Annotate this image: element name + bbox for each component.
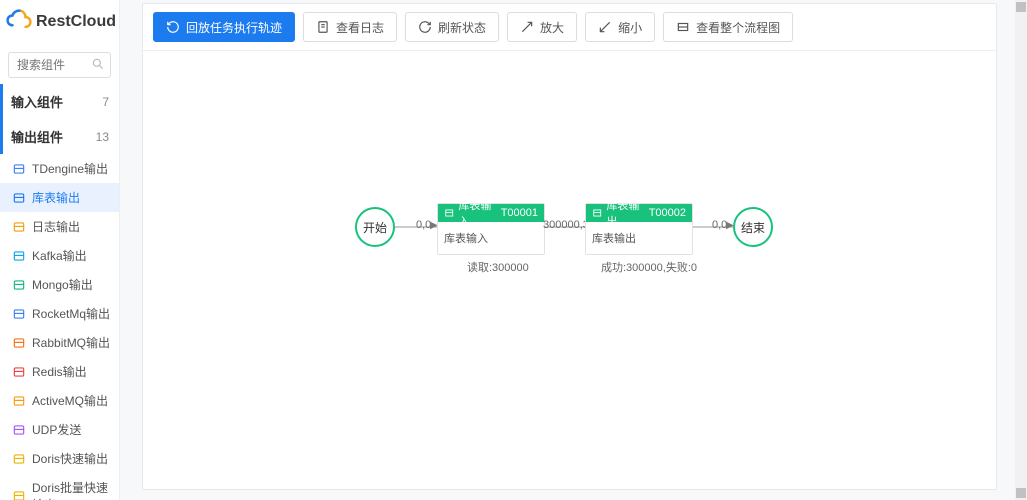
component-tree: 输入组件 7 输出组件 13 TDengine输出库表输出日志输出 Kafka输出 Mong… (0, 84, 119, 500)
group-count: 13 (96, 130, 109, 144)
flow-panel: 回放任务执行轨迹 查看日志 刷新状态 放大 缩小 (142, 3, 997, 490)
component-item[interactable]: TDengine输出 (0, 154, 119, 183)
flow-edges (143, 51, 996, 489)
replay-icon (166, 20, 180, 34)
component-item[interactable]: 库表输出 (0, 183, 119, 212)
component-item-label: RocketMq输出 (32, 305, 110, 322)
component-item[interactable]: Doris批量快速输出 (0, 473, 119, 500)
zoom-in-icon (520, 20, 534, 34)
refresh-button[interactable]: 刷新状态 (405, 12, 499, 42)
node-tag: T00002 (649, 207, 686, 219)
component-item-label: 日志输出 (32, 218, 80, 235)
bolt-icon (12, 489, 26, 500)
db-icon (12, 162, 26, 176)
refresh-icon (418, 20, 432, 34)
zoom-out-button[interactable]: 缩小 (585, 12, 655, 42)
component-item-label: TDengine输出 (32, 160, 108, 177)
main-scrollbar[interactable] (1015, 0, 1027, 500)
component-item-label: UDP发送 (32, 421, 81, 438)
net-icon (12, 423, 26, 437)
flow-canvas[interactable]: 开始 0,0 ▶ 库表输入 T00001 库表输入 读取:300000 300 (143, 50, 996, 489)
bolt-icon (12, 452, 26, 466)
node-header: 库表输出 T00002 (586, 204, 692, 222)
view-log-button[interactable]: 查看日志 (303, 12, 397, 42)
zoom-out-icon (598, 20, 612, 34)
scroll-arrow-up-icon[interactable] (1016, 2, 1026, 12)
toolbar: 回放任务执行轨迹 查看日志 刷新状态 放大 缩小 (143, 4, 996, 50)
doc-icon (12, 220, 26, 234)
end-node[interactable]: 结束 (733, 207, 773, 247)
component-item-label: ActiveMQ输出 (32, 392, 108, 409)
start-node[interactable]: 开始 (355, 207, 395, 247)
table-output-icon (592, 207, 602, 219)
main-area: 回放任务执行轨迹 查看日志 刷新状态 放大 缩小 (120, 0, 1015, 500)
component-item[interactable]: ActiveMQ输出 (0, 386, 119, 415)
table-input-icon (444, 207, 454, 219)
db-icon (12, 191, 26, 205)
fullscreen-icon (676, 20, 690, 34)
component-item[interactable]: 日志输出 (0, 212, 119, 241)
component-item[interactable]: RocketMq输出 (0, 299, 119, 328)
component-item-label: RabbitMQ输出 (32, 334, 110, 351)
group-count: 7 (102, 95, 109, 109)
cache-icon (12, 365, 26, 379)
component-item[interactable]: Redis输出 (0, 357, 119, 386)
node-tag: T00001 (501, 207, 538, 219)
component-item-label: 库表输出 (32, 189, 80, 206)
view-full-flow-button[interactable]: 查看整个流程图 (663, 12, 793, 42)
brand-name: RestCloud (36, 13, 116, 31)
component-item-label: Doris批量快速输出 (32, 479, 111, 500)
log-icon (316, 20, 330, 34)
node-caption-output: 成功:300000,失败:0 (601, 259, 697, 275)
leaf-icon (12, 278, 26, 292)
component-group[interactable]: 输出组件 13 (0, 119, 119, 154)
component-item[interactable]: Kafka输出 (0, 241, 119, 270)
component-item-label: Kafka输出 (32, 247, 87, 264)
component-item[interactable]: Doris快速输出 (0, 444, 119, 473)
node-caption-input: 读取:300000 (467, 259, 529, 275)
component-item[interactable]: Mongo输出 (0, 270, 119, 299)
rocket-icon (12, 307, 26, 321)
component-item[interactable]: UDP发送 (0, 415, 119, 444)
flow-node-input[interactable]: 库表输入 T00001 库表输入 (437, 203, 545, 255)
scroll-arrow-down-icon[interactable] (1016, 488, 1026, 498)
search-icon (91, 57, 105, 71)
msg-icon (12, 336, 26, 350)
component-item-label: Mongo输出 (32, 276, 93, 293)
component-group[interactable]: 输入组件 7 (0, 84, 119, 119)
zoom-in-button[interactable]: 放大 (507, 12, 577, 42)
msg-icon (12, 394, 26, 408)
edge-label-end: 0,0 (712, 219, 727, 231)
sidebar: RestCloud 输入组件 7 输出组件 13 TDengine输出库表输出日志输出 K… (0, 0, 120, 500)
replay-button[interactable]: 回放任务执行轨迹 (153, 12, 295, 42)
brand: RestCloud (0, 0, 119, 44)
group-label: 输出组件 (11, 127, 63, 146)
component-item[interactable]: RabbitMQ输出 (0, 328, 119, 357)
flow-node-output[interactable]: 库表输出 T00002 库表输出 (585, 203, 693, 255)
group-label: 输入组件 (11, 92, 63, 111)
edge-label-start: 0,0 (416, 219, 431, 231)
stream-icon (12, 249, 26, 263)
component-item-label: Redis输出 (32, 363, 87, 380)
node-header: 库表输入 T00001 (438, 204, 544, 222)
brand-logo-icon (6, 9, 32, 35)
component-item-label: Doris快速输出 (32, 450, 108, 467)
